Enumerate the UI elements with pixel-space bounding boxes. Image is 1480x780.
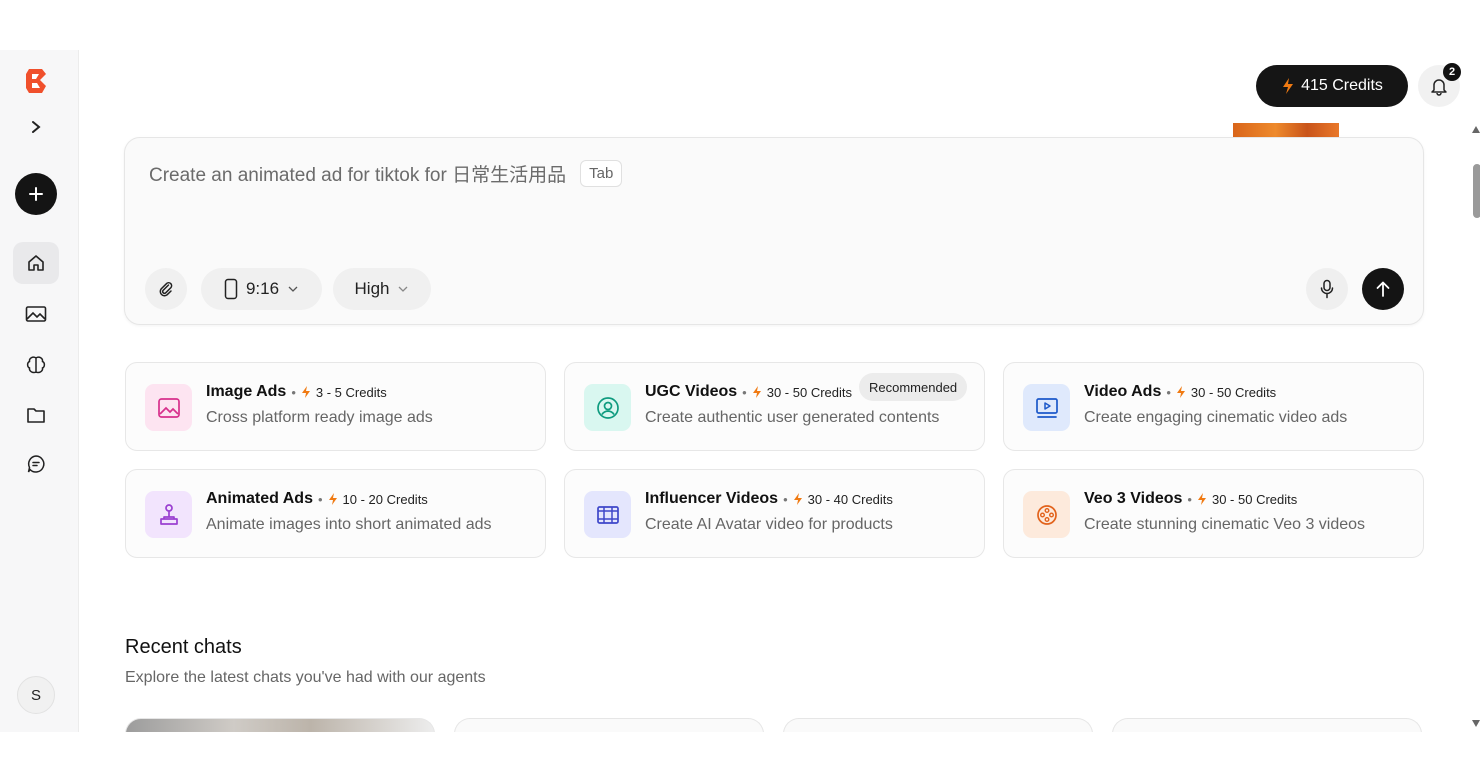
card-description: Cross platform ready image ads	[206, 409, 433, 426]
prompt-input[interactable]: Create an animated ad for tiktok for 日常生…	[149, 160, 623, 187]
quality-select[interactable]: High	[333, 268, 431, 310]
card-title: UGC Videos	[645, 383, 738, 400]
tab-key-hint: Tab	[580, 160, 623, 187]
arrow-up-icon	[1376, 281, 1390, 297]
card-title: Animated Ads	[206, 490, 313, 507]
avatar-initial: S	[30, 686, 41, 704]
card-description: Animate images into short animated ads	[206, 516, 492, 533]
recent-chat-card[interactable]	[125, 718, 435, 732]
separator-dot: •	[783, 491, 788, 507]
card-title: Video Ads	[1084, 383, 1162, 400]
sidebar-item-brain[interactable]	[13, 344, 59, 386]
scroll-up-arrow[interactable]	[1472, 126, 1480, 133]
card-description: Create authentic user generated contents	[645, 409, 940, 426]
brain-icon	[26, 356, 46, 374]
card-image-ads[interactable]: Image Ads • 3 - 5 Credits Cross platform…	[125, 362, 546, 451]
lightning-icon	[328, 493, 337, 505]
recent-chats-subtitle: Explore the latest chats you've had with…	[125, 669, 486, 686]
send-button[interactable]	[1362, 268, 1404, 310]
brand-logo-icon[interactable]	[22, 66, 50, 96]
joystick-icon	[145, 491, 192, 538]
folder-icon	[27, 408, 45, 423]
app-frame: S 415 Credits 2 Create an animated ad fo…	[0, 50, 1480, 732]
portrait-phone-icon	[224, 278, 238, 300]
card-credits: 10 - 20 Credits	[342, 491, 428, 507]
aspect-ratio-value: 9:16	[245, 279, 280, 298]
card-title: Influencer Videos	[645, 490, 779, 507]
sidebar-item-chats[interactable]	[13, 443, 59, 485]
expand-sidebar-chevron-icon[interactable]	[25, 116, 47, 138]
image-icon	[145, 384, 192, 431]
sidebar-item-gallery[interactable]	[13, 293, 59, 335]
sidebar-item-folder[interactable]	[13, 394, 59, 436]
lightning-icon	[793, 493, 802, 505]
recent-chat-card[interactable]	[454, 718, 764, 732]
aspect-ratio-select[interactable]: 9:16	[201, 268, 322, 310]
user-circle-icon	[584, 384, 631, 431]
card-credits: 30 - 50 Credits	[1190, 384, 1277, 400]
card-influencer-videos[interactable]: Influencer Videos • 30 - 40 Credits Crea…	[564, 469, 985, 558]
new-chat-button[interactable]	[15, 173, 57, 215]
card-credits: 3 - 5 Credits	[315, 384, 387, 400]
card-description: Create AI Avatar video for products	[645, 516, 893, 533]
card-video-ads[interactable]: Video Ads • 30 - 50 Credits Create engag…	[1003, 362, 1424, 451]
chevron-down-icon	[399, 286, 408, 292]
card-veo3-videos[interactable]: Veo 3 Videos • 30 - 50 Credits Create st…	[1003, 469, 1424, 558]
card-description: Create stunning cinematic Veo 3 videos	[1084, 516, 1366, 533]
gallery-icon	[25, 306, 47, 322]
separator-dot: •	[1187, 491, 1192, 507]
credits-button[interactable]: 415 Credits	[1256, 65, 1408, 107]
card-animated-ads[interactable]: Animated Ads • 10 - 20 Credits Animate i…	[125, 469, 546, 558]
recent-chat-card[interactable]	[1112, 718, 1422, 732]
film-icon	[584, 491, 631, 538]
card-credits: 30 - 40 Credits	[807, 491, 893, 507]
lightning-icon	[1283, 78, 1294, 94]
notification-count-badge: 2	[1443, 63, 1461, 81]
separator-dot: •	[291, 384, 296, 400]
plus-icon	[29, 187, 43, 201]
prompt-composer[interactable]: Create an animated ad for tiktok for 日常生…	[124, 137, 1424, 325]
recommended-badge: Recommended	[859, 373, 968, 401]
scroll-down-arrow[interactable]	[1472, 720, 1480, 727]
video-play-icon	[1023, 384, 1070, 431]
separator-dot: •	[1166, 384, 1171, 400]
home-icon	[28, 255, 44, 271]
recent-chat-card[interactable]	[783, 718, 1093, 732]
film-reel-icon	[1023, 491, 1070, 538]
chevron-down-icon	[288, 286, 298, 292]
microphone-button[interactable]	[1306, 268, 1348, 310]
chat-bubble-icon	[27, 455, 45, 473]
card-description: Create engaging cinematic video ads	[1084, 409, 1348, 426]
card-title: Image Ads	[206, 383, 287, 400]
credits-label: 415 Credits	[1301, 77, 1383, 94]
separator-dot: •	[742, 384, 747, 400]
card-credits: 30 - 50 Credits	[1211, 491, 1298, 507]
sidebar-item-home[interactable]	[13, 242, 59, 284]
user-avatar[interactable]: S	[17, 676, 55, 714]
prompt-placeholder: Create an animated ad for tiktok for 日常生…	[149, 165, 567, 186]
sidebar: S	[0, 50, 79, 732]
scrollbar-thumb[interactable]	[1473, 164, 1480, 218]
card-credits: 30 - 50 Credits	[766, 384, 852, 400]
separator-dot: •	[317, 491, 323, 507]
card-ugc-videos[interactable]: UGC Videos • 30 - 50 Credits Recommended…	[564, 362, 985, 451]
attach-button[interactable]	[145, 268, 187, 310]
lightning-icon	[1176, 386, 1185, 398]
quality-value: High	[354, 279, 390, 298]
lightning-icon	[1197, 493, 1206, 505]
microphone-icon	[1320, 279, 1334, 299]
recent-chats-title: Recent chats	[125, 636, 242, 658]
lightning-icon	[301, 386, 310, 398]
paperclip-icon	[159, 281, 173, 297]
lightning-icon	[752, 386, 761, 398]
card-title: Veo 3 Videos	[1084, 490, 1183, 507]
